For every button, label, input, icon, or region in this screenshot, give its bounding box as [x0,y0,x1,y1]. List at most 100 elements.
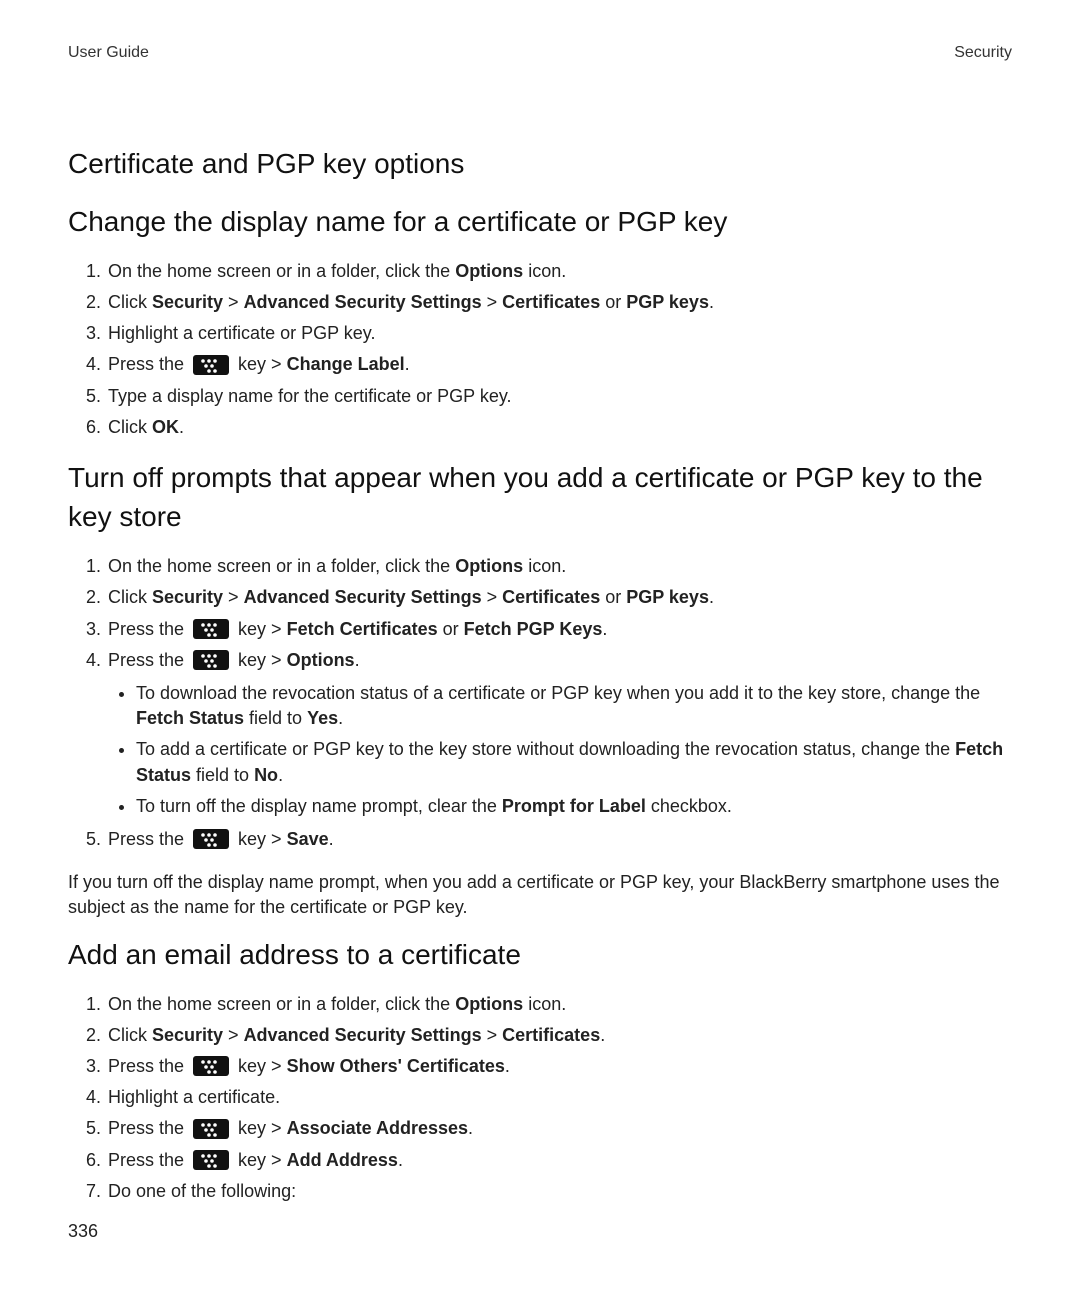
text-segment: or [600,587,626,607]
text-segment: Change Label [287,354,405,374]
text-segment: . [709,587,714,607]
text-segment: Click [108,417,152,437]
key-gt-label: key > [233,1150,287,1170]
step-content: Highlight a certificate or PGP key. [108,323,375,343]
text-segment: To download the revocation status of a c… [136,683,980,703]
step-item: Type a display name for the certificate … [106,384,1012,409]
text-segment: On the home screen or in a folder, click… [108,994,455,1014]
section-subtitle: Change the display name for a certificat… [68,202,1012,241]
text-segment: icon. [523,556,566,576]
step-content: Press the key > Options. [108,650,360,670]
text-segment: Options [455,556,523,576]
text-segment: On the home screen or in a folder, click… [108,261,455,281]
step-list: On the home screen or in a folder, click… [68,554,1012,852]
text-segment: > [223,587,244,607]
text-segment: . [405,354,410,374]
text-segment: Add Address [287,1150,398,1170]
step-content: Do one of the following: [108,1181,296,1201]
text-segment: Advanced Security Settings [244,292,482,312]
text-segment: Security [152,587,223,607]
text-segment: > [482,1025,503,1045]
text-segment: Security [152,292,223,312]
text-segment: OK [152,417,179,437]
step-item: Press the key > Save. [106,827,1012,852]
text-segment: . [355,650,360,670]
step-item: Click Security > Advanced Security Setti… [106,290,1012,315]
header-right: Security [954,42,1012,64]
step-content: On the home screen or in a folder, click… [108,994,566,1014]
page-number: 336 [68,1219,98,1244]
text-segment: Fetch Certificates [287,619,438,639]
text-segment: Advanced Security Settings [244,587,482,607]
press-the-label: Press the [108,1150,189,1170]
step-item: Click Security > Advanced Security Setti… [106,585,1012,610]
press-the-label: Press the [108,1056,189,1076]
step-item: Press the key > Add Address. [106,1148,1012,1173]
text-segment: > [223,292,244,312]
text-segment: > [482,292,503,312]
blackberry-menu-key-icon [193,1056,229,1076]
text-segment: Highlight a certificate or PGP key. [108,323,375,343]
text-segment: Click [108,292,152,312]
bullet-item: To add a certificate or PGP key to the k… [136,737,1012,787]
blackberry-menu-key-icon [193,1119,229,1139]
step-item: Do one of the following: [106,1179,1012,1204]
key-gt-label: key > [233,619,287,639]
text-segment: . [600,1025,605,1045]
text-segment: Do one of the following: [108,1181,296,1201]
text-segment: To add a certificate or PGP key to the k… [136,739,955,759]
step-item: Press the key > Change Label. [106,352,1012,377]
section-note: If you turn off the display name prompt,… [68,870,1012,920]
step-item: On the home screen or in a folder, click… [106,554,1012,579]
step-item: Highlight a certificate. [106,1085,1012,1110]
text-segment: Prompt for Label [502,796,646,816]
text-segment: . [709,292,714,312]
text-segment: Click [108,587,152,607]
page-content: Certificate and PGP key optionsChange th… [68,144,1012,1204]
text-segment: . [468,1118,473,1138]
text-segment: field to [244,708,307,728]
step-item: Press the key > Associate Addresses. [106,1116,1012,1141]
step-item: Click OK. [106,415,1012,440]
blackberry-menu-key-icon [193,829,229,849]
blackberry-menu-key-icon [193,355,229,375]
step-item: Press the key > Fetch Certificates or Fe… [106,617,1012,642]
step-content: Click Security > Advanced Security Setti… [108,292,714,312]
text-segment: Associate Addresses [287,1118,468,1138]
section-subtitle: Add an email address to a certificate [68,935,1012,974]
step-content: On the home screen or in a folder, click… [108,556,566,576]
step-content: Highlight a certificate. [108,1087,280,1107]
text-segment: . [398,1150,403,1170]
text-segment: or [438,619,464,639]
key-gt-label: key > [233,829,287,849]
text-segment: . [338,708,343,728]
text-segment: > [482,587,503,607]
step-item: On the home screen or in a folder, click… [106,992,1012,1017]
press-the-label: Press the [108,829,189,849]
text-segment: . [278,765,283,785]
text-segment: icon. [523,994,566,1014]
text-segment: > [223,1025,244,1045]
step-item: Click Security > Advanced Security Setti… [106,1023,1012,1048]
step-list: On the home screen or in a folder, click… [68,992,1012,1204]
section-subtitle: Turn off prompts that appear when you ad… [68,458,1012,536]
step-content: On the home screen or in a folder, click… [108,261,566,281]
text-segment: Highlight a certificate. [108,1087,280,1107]
text-segment: PGP keys [626,292,709,312]
text-segment: Options [455,261,523,281]
text-segment: No [254,765,278,785]
text-segment: . [505,1056,510,1076]
step-item: Press the key > Options. To download the … [106,648,1012,819]
step-content: Press the key > Associate Addresses. [108,1118,473,1138]
step-item: On the home screen or in a folder, click… [106,259,1012,284]
text-segment: checkbox. [646,796,732,816]
header-left: User Guide [68,42,149,64]
blackberry-menu-key-icon [193,1150,229,1170]
blackberry-menu-key-icon [193,619,229,639]
text-segment: To turn off the display name prompt, cle… [136,796,502,816]
step-content: Click Security > Advanced Security Setti… [108,587,714,607]
text-segment: Save [287,829,329,849]
text-segment: Certificates [502,292,600,312]
blackberry-menu-key-icon [193,650,229,670]
bullet-item: To turn off the display name prompt, cle… [136,794,1012,819]
